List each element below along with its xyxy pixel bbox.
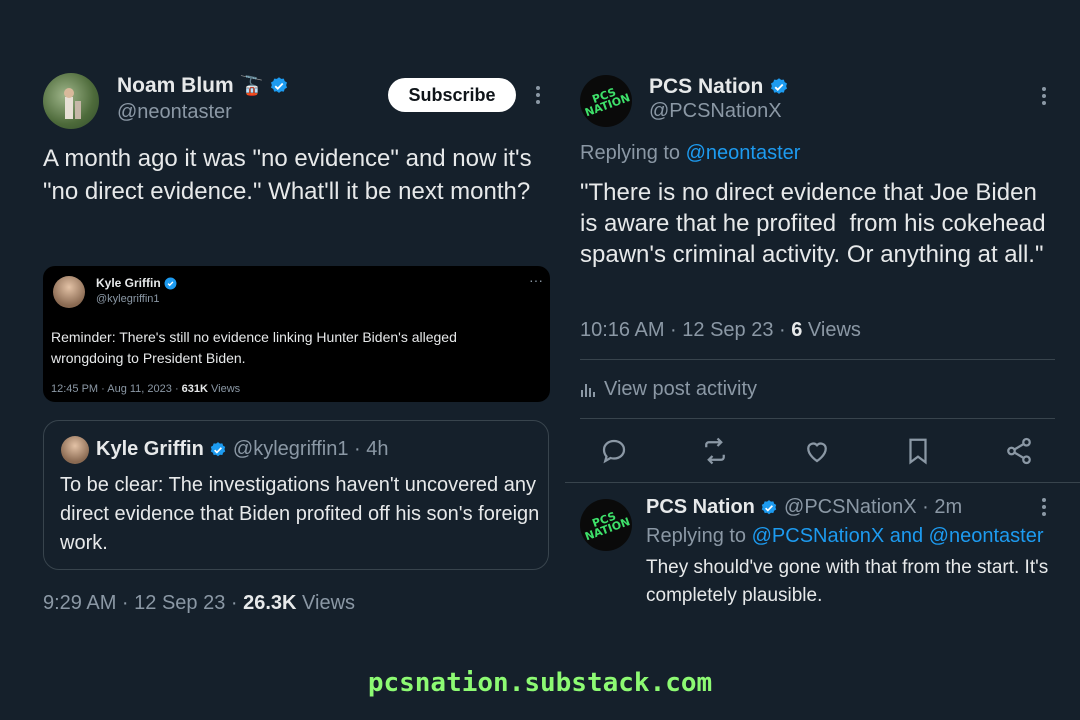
right-author-row: PCS Nation <box>649 75 789 99</box>
quoted-handle-time: @kylegriffin1 · 4h <box>232 438 389 460</box>
subscribe-button[interactable]: Subscribe <box>388 78 516 112</box>
reply-replying-prefix: Replying to <box>646 525 752 547</box>
reply-author-name[interactable]: PCS Nation <box>646 496 755 518</box>
reply-author-row: PCS Nation @PCSNationX · 2m <box>646 496 962 519</box>
reply-body: They should've gone with that from the s… <box>646 557 1049 606</box>
embed-views-count: 631K <box>181 383 208 395</box>
embedded-tweet-screenshot[interactable]: Kyle Griffin @kylegriffin1 ··· Reminder:… <box>43 266 550 402</box>
avatar-kyle-griffin-small <box>53 276 85 308</box>
view-post-activity-label: View post activity <box>604 378 758 400</box>
quoted-body: To be clear: The investigations haven't … <box>60 474 540 554</box>
replying-prefix: Replying to <box>580 142 686 164</box>
analytics-icon <box>581 383 595 397</box>
right-author-name[interactable]: PCS Nation <box>649 75 763 98</box>
embed-body: Reminder: There's still no evidence link… <box>51 329 457 366</box>
verified-badge-icon <box>271 77 288 94</box>
avatar-text: PCS NATION <box>583 85 632 120</box>
avatar-text: PCS NATION <box>583 509 632 544</box>
tweet-timestamp[interactable]: 9:29 AM · 12 Sep 23 · <box>43 592 243 614</box>
replying-to-line: Replying to @neontaster <box>580 142 800 165</box>
verified-badge-icon <box>164 277 177 290</box>
embed-views-label: Views <box>207 383 241 395</box>
author-name[interactable]: Noam Blum <box>117 74 234 97</box>
share-icon[interactable] <box>1004 436 1034 466</box>
right-tweet-timestamp[interactable]: 10:16 AM · 12 Sep 23 · <box>580 319 791 341</box>
quoted-author-row: Kyle Griffin @kylegriffin1 · 4h <box>96 438 388 461</box>
verified-badge-icon <box>762 499 777 514</box>
quoted-author-name: Kyle Griffin <box>96 438 204 460</box>
divider <box>565 482 1080 483</box>
reply-replying-to-line: Replying to @PCSNationX and @neontaster <box>646 525 1044 548</box>
avatar-kyle-griffin <box>61 436 89 464</box>
author-handle[interactable]: @neontaster <box>117 101 232 124</box>
verified-badge-icon <box>211 441 226 456</box>
reply-icon[interactable] <box>599 436 629 466</box>
embed-author-row: Kyle Griffin <box>96 276 177 290</box>
divider <box>580 418 1055 419</box>
embed-meta: 12:45 PM · Aug 11, 2023 · 631K Views <box>51 383 240 395</box>
right-views-label: Views <box>802 319 861 341</box>
right-tweet-body: "There is no direct evidence that Joe Bi… <box>580 179 1053 268</box>
embed-more-icon: ··· <box>529 272 543 288</box>
avatar-pcs-nation[interactable]: PCS NATION <box>580 75 632 127</box>
repost-icon[interactable] <box>700 436 730 466</box>
reply-handle-time[interactable]: @PCSNationX · 2m <box>784 496 962 518</box>
embed-author-name: Kyle Griffin <box>96 276 161 290</box>
more-options-icon[interactable] <box>529 86 547 104</box>
verified-badge-icon <box>771 78 788 95</box>
like-heart-icon[interactable] <box>802 436 832 466</box>
more-options-icon[interactable] <box>1035 498 1053 516</box>
footer-url[interactable]: pcsnation.substack.com <box>0 668 1080 698</box>
avatar-pcs-nation-reply[interactable]: PCS NATION <box>580 499 632 551</box>
tweet-body: A month ago it was "no evidence" and now… <box>43 145 532 205</box>
cable-car-emoji: 🚡 <box>239 76 264 97</box>
view-post-activity[interactable]: View post activity <box>580 378 757 401</box>
quoted-tweet-card[interactable]: Kyle Griffin @kylegriffin1 · 4h To be cl… <box>43 420 549 570</box>
embed-handle: @kylegriffin1 <box>96 293 160 305</box>
avatar-photo-icon <box>64 88 81 119</box>
right-views-count: 6 <box>791 319 803 341</box>
right-tweet-meta: 10:16 AM · 12 Sep 23 · 6 Views <box>580 319 861 342</box>
tweet-meta: 9:29 AM · 12 Sep 23 · 26.3K Views <box>43 592 355 615</box>
avatar-noam-blum[interactable] <box>43 73 99 129</box>
more-options-icon[interactable] <box>1035 87 1053 105</box>
author-name-row: Noam Blum 🚡 <box>117 74 289 98</box>
views-count: 26.3K <box>243 592 297 614</box>
reply-replying-to-link[interactable]: @PCSNationX and @neontaster <box>752 525 1044 547</box>
embed-timestamp: 12:45 PM · Aug 11, 2023 · <box>51 383 182 395</box>
replying-to-link[interactable]: @neontaster <box>686 142 801 164</box>
right-author-handle[interactable]: @PCSNationX <box>649 100 782 123</box>
divider <box>580 359 1055 360</box>
bookmark-icon[interactable] <box>903 436 933 466</box>
views-label: Views <box>296 592 356 614</box>
